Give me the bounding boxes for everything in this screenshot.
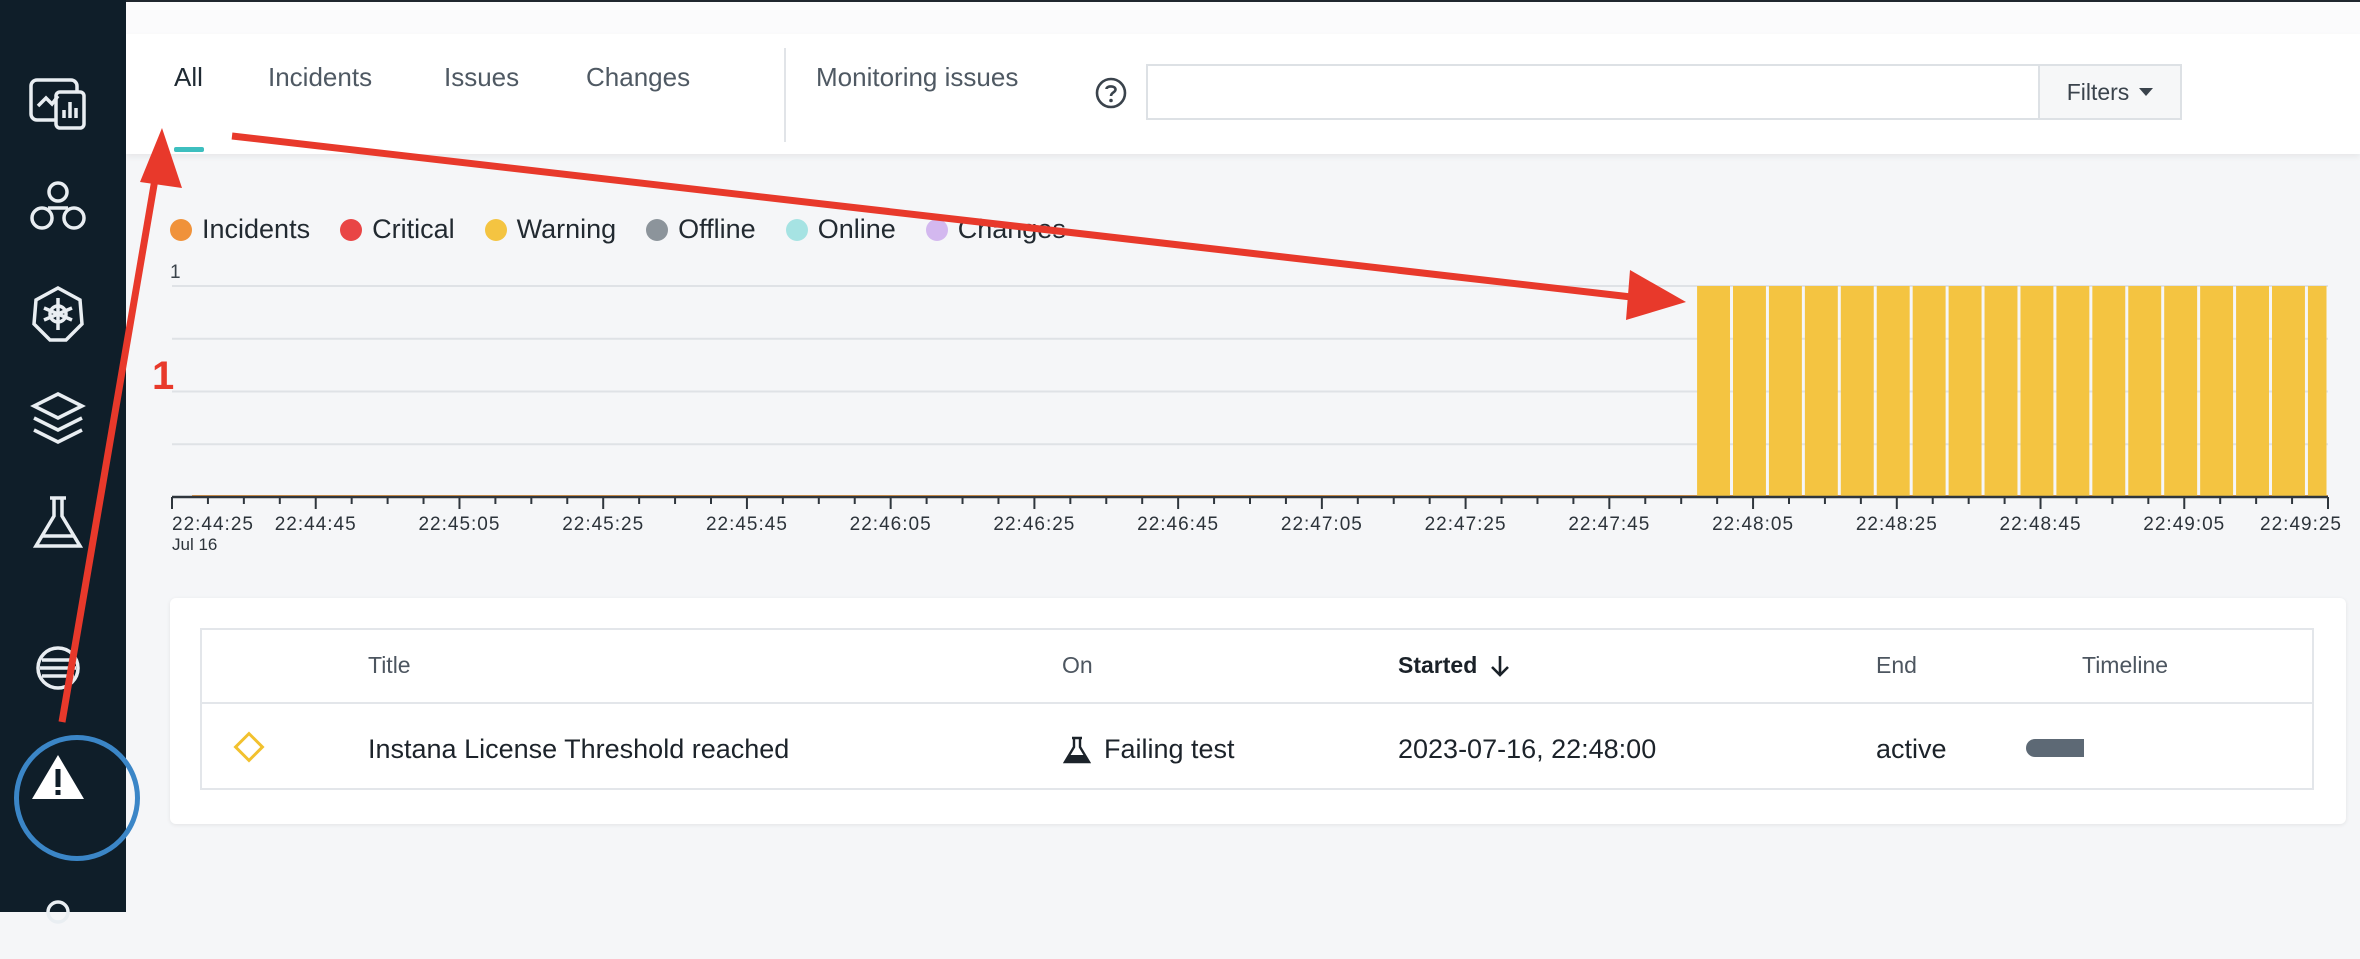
events-table-card: Title On Started End Timeline Instana Li…	[170, 598, 2346, 824]
row-title-link[interactable]: Instana License Threshold reached	[368, 734, 789, 765]
lab-flask-icon	[1062, 736, 1092, 763]
x-tick-label: 22:44:25	[172, 514, 254, 535]
warning-bar	[2020, 286, 2054, 497]
warning-bar	[2164, 286, 2198, 497]
catalog-icon[interactable]	[26, 636, 90, 700]
x-tick-label: 22:46:45	[1137, 514, 1219, 535]
warning-bar	[1912, 286, 1946, 497]
column-header-started-label: Started	[1398, 652, 1478, 678]
row-on-label: Failing test	[1104, 734, 1235, 764]
x-tick-label: 22:45:05	[418, 514, 500, 535]
events-table: Title On Started End Timeline Instana Li…	[200, 628, 2314, 790]
x-tick-label: 22:44:45	[275, 514, 357, 535]
x-date-label: Jul 16	[172, 535, 217, 554]
column-header-title[interactable]: Title	[368, 652, 411, 679]
warning-bar	[1697, 286, 1731, 497]
y-tick-label: 1	[170, 262, 181, 283]
warning-bar	[1804, 286, 1838, 497]
warning-bar	[1876, 286, 1910, 497]
x-tick-label: 22:45:25	[562, 514, 644, 535]
column-header-on[interactable]: On	[1062, 652, 1093, 679]
warning-diamond-icon	[233, 731, 265, 763]
x-tick-label: 22:47:05	[1281, 514, 1363, 535]
events-chart: 1 22:44:25 22:44:45 22:45:05 22:45:25 22:45:4…	[170, 262, 2342, 554]
warning-bar	[1733, 286, 1766, 497]
warning-bar	[1768, 286, 1802, 497]
column-header-end[interactable]: End	[1876, 652, 1917, 679]
header-divider	[202, 702, 2312, 704]
warning-bar	[2307, 286, 2327, 497]
warning-bar	[1984, 286, 2018, 497]
column-header-timeline[interactable]: Timeline	[2082, 652, 2168, 679]
warning-bar	[2200, 286, 2234, 497]
warning-bar	[1948, 286, 1982, 497]
x-tick-label: 22:49:25	[2260, 514, 2342, 535]
x-tick-label: 22:47:25	[1425, 514, 1507, 535]
row-on-cell[interactable]: Failing test	[1062, 734, 1235, 765]
x-tick-label: 22:46:25	[993, 514, 1075, 535]
row-end: active	[1876, 734, 1947, 764]
events-warning-icon[interactable]	[26, 745, 90, 809]
x-tick-label: 22:48:25	[1856, 514, 1938, 535]
sort-descending-icon	[1491, 655, 1510, 677]
settings-icon[interactable]	[26, 890, 90, 954]
row-timeline-bar	[2026, 739, 2084, 757]
row-started: 2023-07-16, 22:48:00	[1398, 734, 1657, 764]
x-tick-label: 22:47:45	[1568, 514, 1650, 535]
warning-bar	[1840, 286, 1874, 497]
annotation-label: 1	[152, 354, 175, 398]
x-tick-label: 22:48:45	[2000, 514, 2082, 535]
x-tick-label: 22:46:05	[850, 514, 932, 535]
x-tick-label: 22:45:45	[706, 514, 788, 535]
x-tick-label: 22:48:05	[1712, 514, 1794, 535]
warning-bar	[2056, 286, 2090, 497]
warning-bar	[2092, 286, 2126, 497]
warning-bar	[2236, 286, 2270, 497]
column-header-started[interactable]: Started	[1398, 652, 1511, 679]
x-tick-label: 22:49:05	[2143, 514, 2225, 535]
warning-bar	[2272, 286, 2305, 497]
warning-bar	[2128, 286, 2162, 497]
